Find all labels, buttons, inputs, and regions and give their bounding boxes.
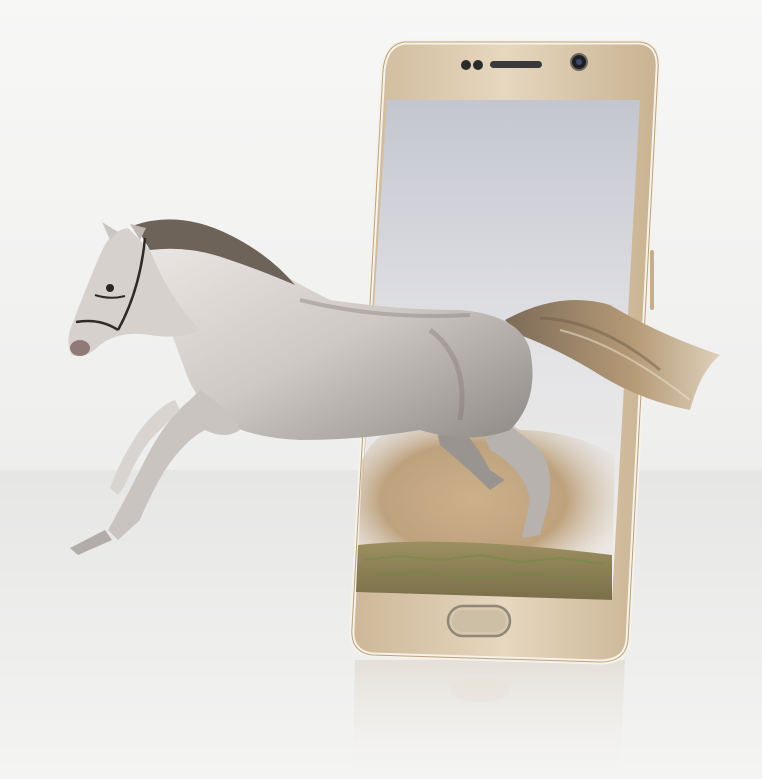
sensor-icon [461,60,471,70]
phone-reflection [352,660,625,779]
sensor-icon [473,60,483,70]
horse-eye [106,284,114,292]
scene-illustration [0,0,762,779]
side-button [650,250,654,310]
horse-leaping-from-phone-scene [0,0,762,779]
speaker-grille-icon [490,61,542,68]
horse-muzzle [70,340,90,356]
